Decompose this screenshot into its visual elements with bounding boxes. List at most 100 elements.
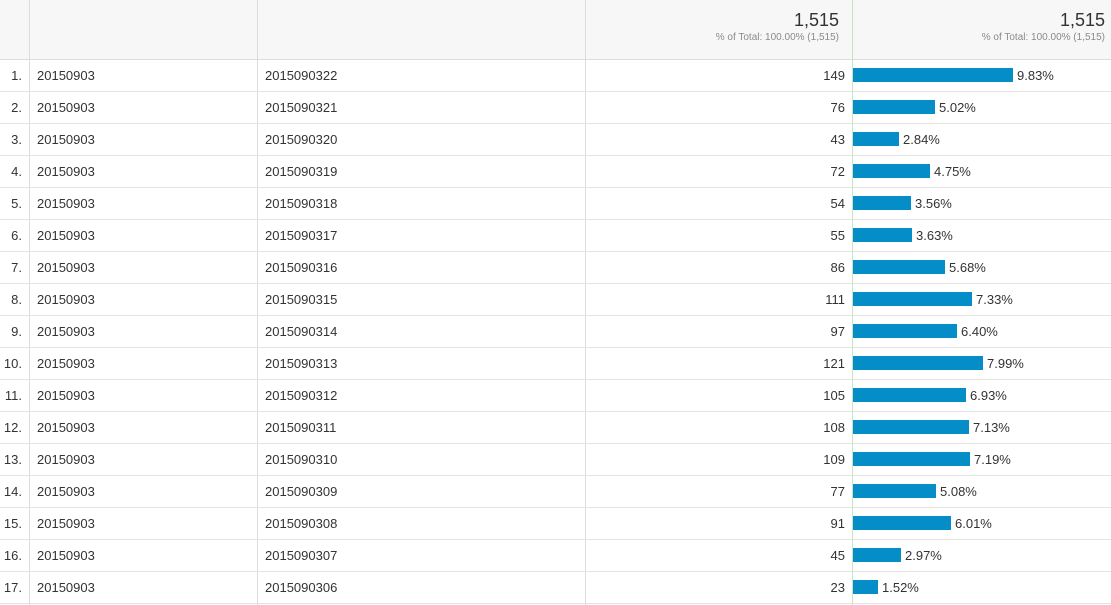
percent-label: 3.63% [916, 228, 953, 243]
date-cell[interactable]: 20150903 [37, 540, 95, 571]
date-hour-cell[interactable]: 2015090316 [265, 252, 337, 283]
percent-bar [853, 164, 930, 178]
sessions-value: 97 [830, 324, 845, 339]
table-row[interactable]: 3. 20150903 2015090320 43 2.84% [0, 124, 1111, 156]
sessions-value: 77 [830, 484, 845, 499]
date-hour-cell[interactable]: 2015090319 [265, 156, 337, 187]
date-hour-cell[interactable]: 2015090312 [265, 380, 337, 411]
date-hour-cell[interactable]: 2015090322 [265, 60, 337, 91]
table-row[interactable]: 15. 20150903 2015090308 91 6.01% [0, 508, 1111, 540]
percent-bar-cell: 1.52% [853, 572, 1111, 603]
percent-label: 5.68% [949, 260, 986, 275]
date-hour-cell[interactable]: 2015090321 [265, 92, 337, 123]
table-row[interactable]: 11. 20150903 2015090312 105 6.93% [0, 380, 1111, 412]
date-hour-cell[interactable]: 2015090317 [265, 220, 337, 251]
percent-bar [853, 548, 901, 562]
percent-bar [853, 516, 951, 530]
percent-bar [853, 388, 966, 402]
date-cell[interactable]: 20150903 [37, 412, 95, 443]
row-index: 10. [3, 356, 22, 371]
date-hour-cell[interactable]: 2015090313 [265, 348, 337, 379]
percent-bar [853, 292, 972, 306]
sessions-value: 72 [830, 164, 845, 179]
table-row[interactable]: 17. 20150903 2015090306 23 1.52% [0, 572, 1111, 604]
date-hour-cell[interactable]: 2015090311 [265, 412, 336, 443]
row-index: 9. [11, 324, 22, 339]
date-cell[interactable]: 20150903 [37, 572, 95, 603]
percent-label: 4.75% [934, 164, 971, 179]
sessions-value: 109 [823, 452, 845, 467]
date-cell[interactable]: 20150903 [37, 188, 95, 219]
percent-label: 1.52% [882, 580, 919, 595]
table-row[interactable]: 4. 20150903 2015090319 72 4.75% [0, 156, 1111, 188]
table-row[interactable]: 9. 20150903 2015090314 97 6.40% [0, 316, 1111, 348]
percent-bar [853, 580, 878, 594]
percent-bar-cell: 7.33% [853, 284, 1111, 315]
row-index: 5. [11, 196, 22, 211]
percent-bar-cell: 5.02% [853, 92, 1111, 123]
table-row[interactable]: 2. 20150903 2015090321 76 5.02% [0, 92, 1111, 124]
share-header[interactable]: 1,515 % of Total: 100.00% (1,515) [853, 0, 1111, 59]
date-cell[interactable]: 20150903 [37, 92, 95, 123]
sessions-value: 105 [823, 388, 845, 403]
date-cell[interactable]: 20150903 [37, 220, 95, 251]
sessions-value: 55 [830, 228, 845, 243]
percent-label: 2.84% [903, 132, 940, 147]
table-row[interactable]: 12. 20150903 2015090311 108 7.13% [0, 412, 1111, 444]
sessions-header[interactable]: 1,515 % of Total: 100.00% (1,515) [586, 0, 853, 59]
date-cell[interactable]: 20150903 [37, 156, 95, 187]
date-cell[interactable]: 20150903 [37, 252, 95, 283]
row-index: 6. [11, 228, 22, 243]
percent-bar-cell: 3.63% [853, 220, 1111, 251]
date-cell[interactable]: 20150903 [37, 444, 95, 475]
sessions-value: 86 [830, 260, 845, 275]
table-row[interactable]: 10. 20150903 2015090313 121 7.99% [0, 348, 1111, 380]
date-hour-cell[interactable]: 2015090307 [265, 540, 337, 571]
percent-label: 7.19% [974, 452, 1011, 467]
date-hour-cell[interactable]: 2015090318 [265, 188, 337, 219]
date-cell[interactable]: 20150903 [37, 380, 95, 411]
sessions-value: 108 [823, 420, 845, 435]
percent-bar [853, 196, 911, 210]
table-row[interactable]: 13. 20150903 2015090310 109 7.19% [0, 444, 1111, 476]
date-cell[interactable]: 20150903 [37, 124, 95, 155]
percent-bar [853, 420, 969, 434]
percent-bar-cell: 4.75% [853, 156, 1111, 187]
date-hour-cell[interactable]: 2015090310 [265, 444, 337, 475]
date-cell[interactable]: 20150903 [37, 284, 95, 315]
date-cell[interactable]: 20150903 [37, 508, 95, 539]
table-row[interactable]: 16. 20150903 2015090307 45 2.97% [0, 540, 1111, 572]
date-hour-cell[interactable]: 2015090320 [265, 124, 337, 155]
row-index: 15. [3, 516, 22, 531]
table-row[interactable]: 14. 20150903 2015090309 77 5.08% [0, 476, 1111, 508]
percent-label: 9.83% [1017, 68, 1054, 83]
sessions-value: 91 [830, 516, 845, 531]
percent-bar-cell: 2.84% [853, 124, 1111, 155]
date-cell[interactable]: 20150903 [37, 316, 95, 347]
table-row[interactable]: 8. 20150903 2015090315 111 7.33% [0, 284, 1111, 316]
table-row[interactable]: 6. 20150903 2015090317 55 3.63% [0, 220, 1111, 252]
row-index: 4. [11, 164, 22, 179]
percent-label: 7.33% [976, 292, 1013, 307]
date-hour-cell[interactable]: 2015090306 [265, 572, 337, 603]
table-row[interactable]: 7. 20150903 2015090316 86 5.68% [0, 252, 1111, 284]
table-row[interactable]: 5. 20150903 2015090318 54 3.56% [0, 188, 1111, 220]
row-index: 13. [3, 452, 22, 467]
sessions-value: 43 [830, 132, 845, 147]
sessions-value: 23 [830, 580, 845, 595]
sessions-value: 45 [830, 548, 845, 563]
percent-label: 3.56% [915, 196, 952, 211]
table-row[interactable]: 1. 20150903 2015090322 149 9.83% [0, 60, 1111, 92]
date-hour-cell[interactable]: 2015090315 [265, 284, 337, 315]
date-cell[interactable]: 20150903 [37, 348, 95, 379]
date-hour-cell[interactable]: 2015090309 [265, 476, 337, 507]
sessions-value: 76 [830, 100, 845, 115]
share-percent-of-total: % of Total: 100.00% (1,515) [981, 32, 1105, 43]
date-hour-cell[interactable]: 2015090308 [265, 508, 337, 539]
date-cell[interactable]: 20150903 [37, 60, 95, 91]
percent-label: 7.13% [973, 420, 1010, 435]
percent-bar-cell: 9.83% [853, 60, 1111, 91]
date-hour-cell[interactable]: 2015090314 [265, 316, 337, 347]
row-index: 7. [11, 260, 22, 275]
date-cell[interactable]: 20150903 [37, 476, 95, 507]
